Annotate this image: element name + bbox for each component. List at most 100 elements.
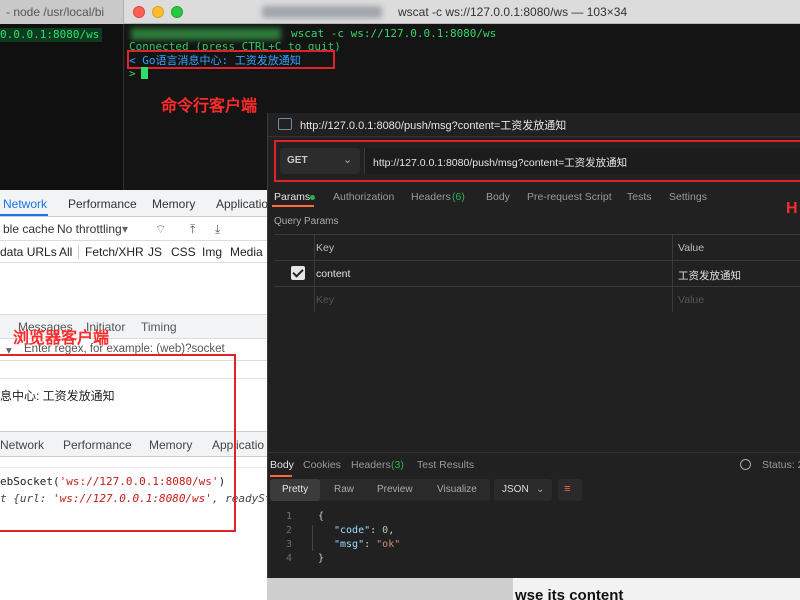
filter-data-urls[interactable]: data URLs <box>0 245 57 259</box>
column-divider <box>314 235 315 261</box>
table-row: content 工资发放通知 <box>274 261 800 287</box>
browser-devtools: Network Performance Memory Applicatio bl… <box>0 190 270 600</box>
resp-tab-test-results[interactable]: Test Results <box>417 459 474 471</box>
devtools-toolbar: ble cache No throttling ▾ ⌔ ⤒ ⤓ <box>0 217 270 241</box>
column-divider <box>314 287 315 313</box>
terminal-left-pane[interactable]: 0.0.0.1:8080/ws <box>0 24 124 190</box>
background-page-heading: wse its content <box>515 587 624 600</box>
upload-icon[interactable]: ⤒ <box>190 222 195 237</box>
cmd-client-label: 命令行客户端 <box>161 98 258 115</box>
chevron-down-icon: ⌄ <box>536 484 545 495</box>
terminal-titlebar: - node /usr/local/bi wscat -c ws://127.0… <box>0 0 800 24</box>
response-tabs: Body Cookies Headers (3) Test Results St… <box>268 452 800 477</box>
method-value: GET <box>287 155 308 166</box>
wrap-lines-button[interactable]: ≡ <box>558 479 582 501</box>
json-string: "ok" <box>376 539 401 550</box>
terminal-window-title: wscat -c ws://127.0.0.1:8080/ws — 103×34 <box>398 5 628 19</box>
postman-request-tab[interactable]: http://127.0.0.1:8080/push/msg?content=工… <box>268 113 800 137</box>
table-row-empty: Key Value <box>274 287 800 313</box>
request-empty-area <box>268 312 800 452</box>
background-panel <box>267 578 513 600</box>
header-key: Key <box>316 242 335 254</box>
zoom-window-button[interactable] <box>171 6 183 18</box>
param-key[interactable]: content <box>316 268 350 280</box>
terminal-tab[interactable]: - node /usr/local/bi <box>0 0 124 24</box>
column-divider <box>672 261 673 287</box>
terminal-command: wscat -c ws://127.0.0.1:8080/ws <box>291 27 497 40</box>
tab-timing[interactable]: Timing <box>141 320 177 334</box>
globe-icon[interactable] <box>740 459 751 470</box>
tab-authorization[interactable]: Authorization <box>333 191 394 203</box>
headers-count: (6) <box>452 191 465 203</box>
json-number: 0 <box>382 525 389 536</box>
param-value[interactable]: 工资发放通知 <box>678 268 741 283</box>
terminal-received-message: < Go语言消息中心: 工资发放通知 <box>129 54 301 67</box>
line-number: 1 <box>286 511 293 522</box>
filter-css[interactable]: CSS <box>171 245 196 259</box>
filter-fetch-xhr[interactable]: Fetch/XHR <box>85 245 144 259</box>
tab-tests[interactable]: Tests <box>627 191 652 203</box>
view-mode-segmented: Pretty Raw Preview Visualize <box>270 479 490 501</box>
redacted-prompt-block <box>131 28 281 40</box>
response-view-bar: Pretty Raw Preview Visualize JSON ⌄ ≡ <box>268 479 800 503</box>
http-request-icon <box>278 118 292 130</box>
postman-client-label: H <box>786 200 798 217</box>
column-divider <box>314 261 315 287</box>
new-value-input[interactable]: Value <box>678 294 704 306</box>
view-pretty[interactable]: Pretty <box>282 484 308 495</box>
view-raw[interactable]: Raw <box>334 484 354 495</box>
resp-headers-count: (3) <box>391 459 404 471</box>
method-select[interactable]: GET ⌄ <box>280 148 360 174</box>
devtools-filter-bar: data URLs All Fetch/XHR JS CSS Img Media <box>0 241 270 263</box>
view-visualize[interactable]: Visualize <box>437 484 477 495</box>
filter-all[interactable]: All <box>59 245 72 259</box>
url-value: http://127.0.0.1:8080/push/msg?content=工… <box>373 157 628 169</box>
chevron-down-icon[interactable]: ▾ <box>122 222 128 236</box>
param-checkbox[interactable] <box>291 266 305 280</box>
request-tabs: Params Authorization Headers (6) Body Pr… <box>268 187 800 207</box>
tab-memory[interactable]: Memory <box>152 197 195 211</box>
tab-pre-request-script[interactable]: Pre-request Script <box>527 191 612 203</box>
postman-window: http://127.0.0.1:8080/push/msg?content=工… <box>267 113 800 578</box>
view-preview[interactable]: Preview <box>377 484 413 495</box>
throttling-select[interactable]: No throttling <box>57 222 122 236</box>
chevron-down-icon: ⌄ <box>343 154 353 166</box>
tab-params[interactable]: Params <box>274 191 310 203</box>
format-select[interactable]: JSON ⌄ <box>494 479 552 501</box>
response-body-code[interactable]: 1 { 2 "code": 0, 3 "msg": "ok" 4 } <box>268 511 800 578</box>
tab-performance[interactable]: Performance <box>68 197 137 211</box>
download-icon[interactable]: ⤓ <box>215 222 220 237</box>
resp-tab-headers[interactable]: Headers <box>351 459 391 471</box>
filter-divider <box>78 245 79 259</box>
filter-media[interactable]: Media <box>230 245 263 259</box>
tab-settings[interactable]: Settings <box>669 191 707 203</box>
terminal-prompt: > <box>129 67 136 80</box>
code-line: "msg": "ok" <box>334 539 401 550</box>
json-key: "code" <box>334 525 371 536</box>
column-divider <box>672 287 673 313</box>
resp-tab-body[interactable]: Body <box>270 459 294 471</box>
devtools-tabbar: Network Performance Memory Applicatio <box>0 190 270 217</box>
indent-guide <box>312 525 313 551</box>
terminal-left-line: 0.0.0.1:8080/ws <box>0 28 102 42</box>
url-input[interactable]: http://127.0.0.1:8080/push/msg?content=工… <box>364 148 800 174</box>
disable-cache-checkbox-label[interactable]: ble cache <box>3 222 54 236</box>
filter-img[interactable]: Img <box>202 245 222 259</box>
wifi-icon[interactable]: ⌔ <box>155 222 166 237</box>
code-line: "code": 0, <box>334 525 395 536</box>
code-line: } <box>318 553 325 564</box>
request-tab-title: http://127.0.0.1:8080/push/msg?content=工… <box>300 120 567 132</box>
close-window-button[interactable] <box>133 6 145 18</box>
format-value: JSON <box>502 484 529 495</box>
tab-headers[interactable]: Headers <box>411 191 451 203</box>
minimize-window-button[interactable] <box>152 6 164 18</box>
query-params-label: Query Params <box>274 216 339 227</box>
new-key-input[interactable]: Key <box>316 294 334 306</box>
resp-tab-cookies[interactable]: Cookies <box>303 459 341 471</box>
highlight-box-browser <box>0 354 236 532</box>
tab-application[interactable]: Applicatio <box>216 197 268 211</box>
tab-body[interactable]: Body <box>486 191 510 203</box>
filter-js[interactable]: JS <box>148 245 162 259</box>
active-tab-indicator <box>272 205 314 207</box>
tab-network[interactable]: Network <box>3 197 47 211</box>
